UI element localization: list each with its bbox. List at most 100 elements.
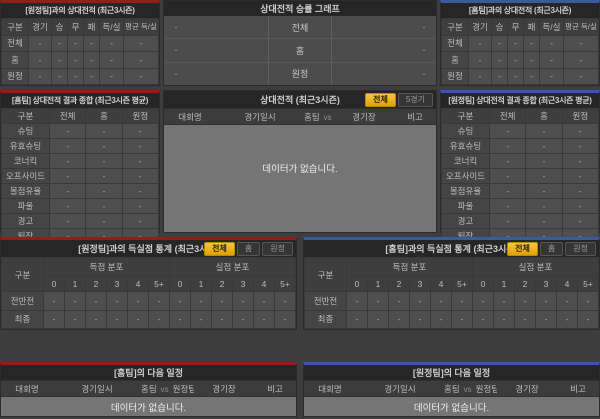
col-header: 경기: [469, 19, 492, 36]
row-label: 홈: [2, 52, 29, 69]
cell: -: [100, 35, 124, 52]
cell: -: [275, 310, 296, 328]
cell: -: [562, 184, 598, 199]
bin-header: 5+: [149, 276, 170, 292]
cell: -: [540, 52, 564, 69]
table-row: 전체 - - - - - -: [442, 35, 599, 52]
graph-bar-right: [332, 63, 412, 85]
cell: -: [86, 124, 122, 139]
cell: -: [515, 292, 536, 310]
cell: -: [86, 154, 122, 169]
col-header-match: 홈팀vs원정팀: [304, 111, 334, 123]
cell: -: [492, 35, 508, 52]
panel-h2h-record-home: [원정팀]과의 상대전적 (최근3시즌) 구분 경기 승 무 패 득/실 평균 …: [0, 0, 160, 86]
filter-button-all[interactable]: 전체: [204, 242, 235, 256]
panel-title: [홈팀] 상대전적 결과 종합 (최근3시즌 평균): [1, 93, 159, 108]
col-header: 득/실: [100, 19, 124, 36]
col-header: 구분: [2, 258, 44, 292]
cell: -: [86, 199, 122, 214]
row-label: 슈팅: [442, 124, 490, 139]
graph-bar-left: [188, 63, 268, 85]
col-header-competition: 대회명: [164, 111, 216, 123]
filter-button-all[interactable]: 전체: [507, 242, 538, 256]
col-header-stadium: 경기장: [334, 111, 394, 123]
row-label: 유효슈팅: [442, 139, 490, 154]
cell: -: [84, 35, 100, 52]
h2h-home-table: 구분 경기 승 무 패 득/실 평균 득/실 전체 - - - - - - 홈 …: [1, 18, 159, 85]
col-header-datetime: 경기일시: [356, 383, 444, 395]
graph-row: - 전체 -: [164, 16, 436, 39]
cell: -: [469, 52, 492, 69]
col-header: 평균 득/실: [124, 19, 159, 36]
filter-button-5games[interactable]: 5경기: [398, 93, 433, 107]
table-row: 볼점유율---: [442, 184, 599, 199]
cell: -: [473, 292, 494, 310]
cell: -: [557, 292, 578, 310]
row-label: 슈팅: [2, 124, 50, 139]
cell: -: [86, 169, 122, 184]
filter-button-away[interactable]: 원정: [565, 242, 596, 256]
panel-winrate-graph: 상대전적 승률 그래프 - 전체 - - 홈 - - 원정 -: [163, 0, 437, 86]
row-label: 볼점유율: [2, 184, 50, 199]
cell: -: [389, 310, 410, 328]
bin-header: 4: [254, 276, 275, 292]
col-header-stadium: 경기장: [497, 383, 557, 395]
bin-header: 0: [347, 276, 368, 292]
row-label: 전체: [442, 35, 469, 52]
cell: -: [29, 35, 52, 52]
filter-button-away[interactable]: 원정: [262, 242, 293, 256]
cell: -: [149, 292, 170, 310]
cell: -: [347, 292, 368, 310]
panel-title-text: [홈팀]과의 득실점 통계 (최근3시즌): [385, 242, 517, 255]
cell: -: [540, 35, 564, 52]
cell: -: [50, 139, 86, 154]
cell: -: [431, 292, 452, 310]
cell: -: [526, 199, 562, 214]
cell: -: [170, 310, 191, 328]
col-header: 패: [84, 19, 100, 36]
cell: -: [254, 292, 275, 310]
filter-button-home[interactable]: 홈: [540, 242, 563, 256]
cell: -: [562, 169, 598, 184]
cell: -: [254, 310, 275, 328]
bin-header: 4: [431, 276, 452, 292]
cell: -: [494, 310, 515, 328]
cell: -: [562, 124, 598, 139]
row-label: 경고: [2, 214, 50, 229]
graph-row-label: 홈: [268, 39, 332, 61]
cell: -: [86, 214, 122, 229]
bin-header: 1: [65, 276, 86, 292]
cell: -: [490, 214, 526, 229]
cell: -: [52, 35, 68, 52]
graph-row-label: 전체: [268, 16, 332, 38]
goals-away-table: 구분 득점 분포 실점 분포 012345+ 012345+ 전반전 -----…: [304, 257, 599, 329]
cell: -: [490, 124, 526, 139]
cell: -: [50, 184, 86, 199]
cell: -: [233, 310, 254, 328]
h2h-away-table: 구분 경기 승 무 패 득/실 평균 득/실 전체 - - - - - - 홈 …: [441, 18, 599, 85]
filter-button-home[interactable]: 홈: [237, 242, 260, 256]
col-header-competition: 대회명: [304, 383, 356, 395]
panel-h2h-record-away: [홈팀]과의 상대전적 (최근3시즌) 구분 경기 승 무 패 득/실 평균 득…: [440, 0, 600, 86]
col-header-match: 홈팀vs원정팀: [444, 383, 497, 395]
cell: -: [68, 52, 84, 69]
col-header: 구분: [2, 19, 29, 36]
summary-away-table: 구분 전체 홈 원정 슈팅--- 유효슈팅--- 코너킥--- 오프사이드---…: [441, 108, 599, 244]
table-row: 전반전 ------ ------: [2, 292, 296, 310]
bin-header: 2: [515, 276, 536, 292]
empty-state-message: 데이터가 없습니다.: [164, 125, 436, 232]
filter-button-all[interactable]: 전체: [365, 93, 396, 107]
row-label: 홈: [442, 52, 469, 69]
cell: -: [562, 214, 598, 229]
filter-group: 전체 5경기: [365, 93, 433, 107]
table-row: 최종 ------ ------: [2, 310, 296, 328]
graph-right-value: -: [412, 16, 436, 38]
bin-header: 1: [191, 276, 212, 292]
table-row: 경고---: [442, 214, 599, 229]
cell: -: [515, 310, 536, 328]
cell: -: [526, 154, 562, 169]
cell: -: [86, 184, 122, 199]
bin-header: 2: [86, 276, 107, 292]
cell: -: [526, 214, 562, 229]
cell: -: [536, 292, 557, 310]
